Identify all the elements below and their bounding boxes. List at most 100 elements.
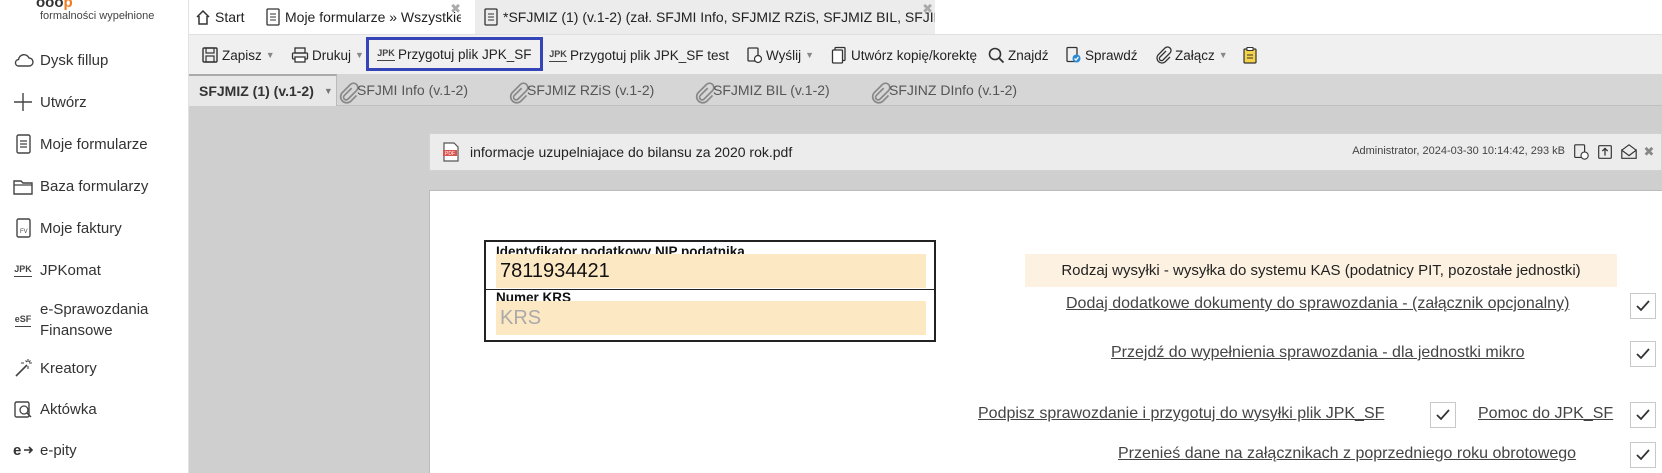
invoice-icon: FV [12, 217, 34, 239]
svg-text:FV: FV [20, 229, 28, 235]
go-to-micro-link[interactable]: Przejdź do wypełnienia sprawozdania - dl… [1111, 344, 1525, 362]
tab-label: *SFJMIZ (1) (v.1-2) (zał. SFJMI Info, SF… [503, 9, 935, 25]
tab-label: Start [215, 9, 245, 25]
krs-field[interactable] [496, 301, 926, 335]
chevron-down-icon[interactable]: ▼ [355, 50, 364, 60]
sidebar-item-label: Utwórz [40, 93, 87, 111]
chevron-down-icon[interactable]: ▼ [805, 50, 814, 60]
sidebar-item-utworz[interactable]: Utwórz [0, 84, 189, 120]
prepare-jpk-sf-test-button[interactable]: JPK Przygotuj plik JPK_SF test [549, 41, 729, 69]
add-documents-link[interactable]: Dodaj dodatkowe dokumenty do sprawozdani… [1066, 295, 1569, 313]
main-area: Start Moje formularze » Wszystkie ✖ *SFJ… [189, 0, 1662, 473]
paperclip-icon [337, 82, 359, 104]
help-jpk-link[interactable]: Pomoc do JPK_SF [1478, 405, 1613, 423]
sidebar-item-baza-formularzy[interactable]: Baza formularzy [0, 168, 189, 204]
document-tab-bar: Start Moje formularze » Wszystkie ✖ *SFJ… [189, 0, 1662, 34]
svg-text:PDF: PDF [445, 151, 455, 157]
send-button[interactable]: Wyślij ▼ [745, 41, 814, 69]
folder-icon [12, 175, 34, 197]
document-icon [265, 8, 281, 26]
save-icon [201, 46, 219, 64]
taxpayer-id-box: Identyfikator podatkowy NIP podatnika Nu… [484, 240, 936, 342]
sidebar-item-e-sprawozdania[interactable]: eSF e-Sprawozdania Finansowe [0, 298, 189, 342]
find-button[interactable]: Znajdź [987, 41, 1049, 69]
sidebar-item-kreatory[interactable]: Kreatory [0, 350, 189, 386]
close-icon[interactable]: ✖ [450, 1, 461, 17]
go-to-micro-checkbox[interactable] [1630, 341, 1656, 367]
check-button[interactable]: Sprawdź [1064, 41, 1138, 69]
send-icon [745, 46, 763, 64]
attach-button[interactable]: Załącz ▼ [1154, 41, 1228, 69]
paperclip-icon [507, 82, 529, 104]
add-documents-checkbox[interactable] [1630, 293, 1656, 319]
create-copy-button[interactable]: Utwórz kopię/korektę [830, 41, 977, 69]
email-icon[interactable] [1619, 142, 1639, 162]
close-icon[interactable]: ✖ [922, 1, 933, 17]
jpk-icon: JPK [12, 259, 34, 281]
sign-prepare-checkbox[interactable] [1430, 402, 1456, 428]
prepare-jpk-sf-button[interactable]: JPK Przygotuj plik JPK_SF [366, 37, 543, 71]
sidebar-item-label: Dysk fillup [40, 51, 109, 69]
attachment-settings-icon[interactable] [1571, 142, 1591, 162]
paperclip-icon [1154, 46, 1172, 64]
epity-icon: e [12, 439, 34, 461]
nip-field[interactable] [496, 254, 926, 288]
transfer-data-checkbox[interactable] [1630, 442, 1656, 468]
home-icon [195, 8, 211, 26]
sidebar-item-label: e-pity [40, 441, 77, 459]
sidebar-item-label: Baza formularzy [40, 177, 149, 195]
attachment-filename[interactable]: informacje uzupelniajace do bilansu za 2… [470, 144, 792, 160]
close-icon[interactable]: ✖ [1639, 142, 1659, 162]
pdf-icon: PDF [442, 142, 460, 162]
sidebar-item-label: Moje formularze [40, 135, 148, 153]
jpk-icon: JPK [377, 45, 395, 63]
transfer-data-link[interactable]: Przenieś dane na załącznikach z poprzedn… [1118, 445, 1576, 463]
upload-icon[interactable] [1595, 142, 1615, 162]
sidebar-item-label: Aktówka [40, 400, 97, 418]
logo[interactable]: ooop formalności wypełnione [0, 0, 189, 34]
sidebar: ooop formalności wypełnione Dysk fillup … [0, 0, 189, 473]
sign-prepare-link[interactable]: Podpisz sprawozdanie i przygotuj do wysy… [978, 405, 1384, 423]
wand-icon [12, 357, 34, 379]
sidebar-item-aktowka[interactable]: Aktówka [0, 391, 189, 427]
sidebar-item-moje-formularze[interactable]: Moje formularze [0, 126, 189, 162]
sidebar-item-dysk[interactable]: Dysk fillup [0, 42, 189, 78]
check-document-icon [1064, 46, 1082, 64]
chevron-down-icon[interactable]: ▼ [266, 50, 275, 60]
tab-label: Moje formularze » Wszystkie [285, 9, 461, 25]
clipboard-button[interactable] [1241, 41, 1262, 69]
sidebar-item-moje-faktury[interactable]: FV Moje faktury [0, 210, 189, 246]
chevron-down-icon[interactable]: ▼ [1219, 50, 1228, 60]
tab-start[interactable]: Start [195, 0, 257, 34]
subtab-sfjmiz-rzis[interactable]: SFJMIZ RZiS (v.1-2) [507, 74, 654, 106]
tab-moje-formularze[interactable]: Moje formularze » Wszystkie ✖ [265, 0, 461, 34]
copy-icon [830, 46, 848, 64]
printer-icon [291, 46, 309, 64]
svg-text:e: e [13, 442, 21, 459]
briefcase-icon [12, 398, 34, 420]
document-icon [483, 8, 499, 26]
paperclip-icon [869, 82, 891, 104]
subtab-sfjinz-dinfo[interactable]: SFJINZ DInfo (v.1-2) [869, 74, 1017, 106]
attachment-bar: PDF informacje uzupelniajace do bilansu … [429, 133, 1662, 171]
save-button[interactable]: Zapisz ▼ [201, 41, 275, 69]
jpk-icon: JPK [549, 46, 567, 64]
chevron-down-icon[interactable]: ▼ [324, 86, 333, 96]
send-type-label: Rodzaj wysyłki - wysyłka do systemu KAS … [1025, 254, 1617, 287]
paperclip-icon [693, 82, 715, 104]
subtab-sfjmiz-bil[interactable]: SFJMIZ BIL (v.1-2) [693, 74, 830, 106]
print-button[interactable]: Drukuj ▼ [291, 41, 364, 69]
sidebar-item-e-pity[interactable]: e e-pity [0, 432, 189, 468]
subtab-sfjmiz[interactable]: SFJMIZ (1) (v.1-2) ▼ [189, 74, 337, 106]
cloud-icon [12, 49, 34, 71]
plus-icon [12, 91, 34, 113]
sidebar-item-label: e-Sprawozdania Finansowe [40, 301, 149, 339]
subtab-sfjmi-info[interactable]: SFJMI Info (v.1-2) [337, 74, 468, 106]
document-icon [12, 133, 34, 155]
form-page: Identyfikator podatkowy NIP podatnika Nu… [429, 190, 1662, 473]
help-jpk-checkbox[interactable] [1630, 402, 1656, 428]
attachment-meta: Administrator, 2024-03-30 10:14:42, 293 … [1352, 145, 1565, 157]
clipboard-icon [1241, 46, 1259, 64]
tab-sfjmiz[interactable]: *SFJMIZ (1) (v.1-2) (zał. SFJMI Info, SF… [475, 0, 935, 34]
sidebar-item-jpkomat[interactable]: JPK JPKomat [0, 252, 189, 288]
